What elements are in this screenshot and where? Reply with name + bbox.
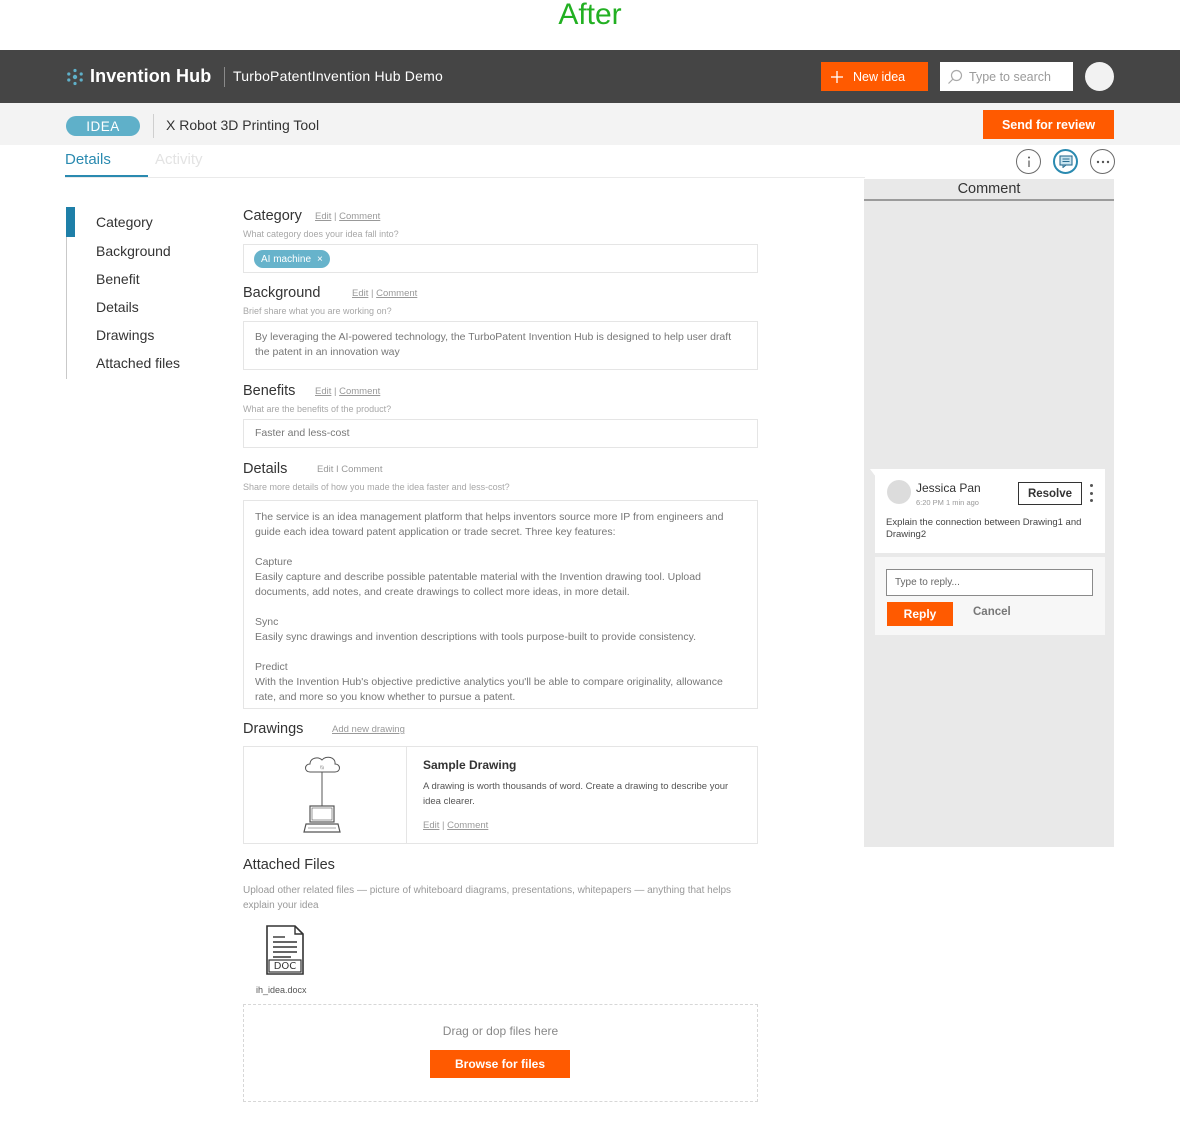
add-new-drawing-link[interactable]: Add new drawing: [332, 724, 405, 735]
drawing-card-actions: Edit | Comment: [423, 820, 488, 831]
tab-active-indicator: [65, 175, 148, 177]
send-for-review-button[interactable]: Send for review: [983, 110, 1114, 139]
benefits-edit-link[interactable]: Edit: [315, 386, 331, 397]
details-actions[interactable]: Edit I Comment: [317, 464, 382, 475]
topbar-divider: [224, 67, 225, 87]
background-field[interactable]: By leveraging the AI-powered technology,…: [243, 321, 758, 370]
benefits-hint: What are the benefits of the product?: [243, 404, 392, 414]
benefits-actions: Edit | Comment: [315, 386, 380, 397]
benefits-field[interactable]: Faster and less-cost: [243, 419, 758, 448]
background-title: Background: [243, 285, 321, 301]
comment-more-icon[interactable]: [1087, 484, 1095, 502]
nav-item-background[interactable]: Background: [96, 243, 171, 259]
category-chip: AI machine ×: [254, 250, 330, 268]
details-hint: Share more details of how you made the i…: [243, 482, 510, 492]
more-options-button[interactable]: [1090, 149, 1115, 174]
section-nav-active-marker: [66, 207, 75, 237]
info-button[interactable]: [1016, 149, 1041, 174]
idea-type-badge: IDEA: [66, 116, 140, 136]
idea-title: X Robot 3D Printing Tool: [166, 117, 320, 133]
tab-baseline: [65, 177, 865, 178]
workspace-name: TurboPatentInvention Hub Demo: [233, 68, 443, 84]
reply-input[interactable]: [886, 569, 1093, 596]
doc-file-badge: DOC: [273, 961, 297, 972]
file-name[interactable]: ih_idea.docx: [256, 985, 307, 995]
details-title: Details: [243, 461, 288, 477]
nav-item-benefit[interactable]: Benefit: [96, 271, 140, 287]
feature-predict-name: Predict: [255, 661, 288, 673]
link-separator: |: [371, 288, 374, 299]
comment-toggle-button[interactable]: [1053, 149, 1078, 174]
feature-sync-desc: Easily sync drawings and invention descr…: [255, 631, 697, 643]
nav-item-category[interactable]: Category: [96, 214, 153, 230]
category-hint: What category does your idea fall into?: [243, 229, 399, 239]
feature-capture-name: Capture: [255, 556, 293, 568]
benefits-comment-link[interactable]: Comment: [339, 386, 380, 397]
drawing-comment-link[interactable]: Comment: [447, 820, 488, 831]
category-edit-link[interactable]: Edit: [315, 211, 331, 222]
tab-details[interactable]: Details: [65, 151, 111, 168]
logo-icon: [67, 68, 83, 85]
svg-text:\\\: \\\: [320, 765, 325, 770]
nav-item-details[interactable]: Details: [96, 299, 139, 315]
page-heading: After: [558, 0, 622, 31]
link-separator: |: [334, 386, 337, 397]
drawing-thumbnail: \\\: [303, 756, 341, 833]
cancel-button[interactable]: Cancel: [973, 606, 1011, 618]
logo-text: Invention Hub: [90, 66, 212, 86]
browse-files-button[interactable]: Browse for files: [430, 1050, 570, 1078]
commenter-avatar: [887, 480, 911, 504]
drawing-card-title: Sample Drawing: [423, 758, 517, 772]
commenter-name: Jessica Pan: [916, 481, 981, 495]
dropzone-text: Drag or dop files here: [442, 1024, 559, 1038]
new-idea-button[interactable]: New idea: [821, 62, 928, 91]
benefits-title: Benefits: [243, 383, 296, 399]
drawing-card-divider: [406, 746, 407, 844]
category-comment-link[interactable]: Comment: [339, 211, 380, 222]
tab-activity[interactable]: Activity: [155, 151, 203, 168]
feature-capture-desc: Easily capture and describe possible pat…: [255, 571, 701, 598]
drawings-title: Drawings: [243, 721, 304, 737]
comment-icon: [1058, 155, 1073, 168]
background-comment-link[interactable]: Comment: [376, 288, 417, 299]
search-box[interactable]: [940, 62, 1073, 91]
more-icon: [1096, 160, 1109, 163]
chip-remove-icon[interactable]: ×: [317, 252, 323, 267]
feature-predict-desc: With the Invention Hub's objective predi…: [255, 676, 723, 703]
background-hint: Brief share what you are working on?: [243, 306, 392, 316]
background-actions: Edit | Comment: [352, 288, 417, 299]
category-title: Category: [243, 208, 302, 224]
resolve-button[interactable]: Resolve: [1018, 482, 1082, 505]
feature-sync-name: Sync: [255, 616, 279, 628]
reply-button[interactable]: Reply: [887, 602, 953, 626]
category-actions: Edit | Comment: [315, 211, 380, 222]
drawing-edit-link[interactable]: Edit: [423, 820, 439, 831]
comment-panel-title: Comment: [957, 181, 1021, 197]
attached-files-title: Attached Files: [243, 857, 335, 873]
user-avatar[interactable]: [1085, 62, 1114, 91]
nav-item-attached-files[interactable]: Attached files: [96, 355, 180, 371]
link-separator: |: [334, 211, 337, 222]
search-input[interactable]: [969, 69, 1064, 84]
drawing-card-desc: A drawing is worth thousands of word. Cr…: [423, 781, 729, 807]
search-icon: [948, 69, 963, 84]
comment-body: Explain the connection between Drawing1 …: [886, 517, 1082, 540]
details-intro: The service is an idea management platfo…: [255, 511, 724, 538]
details-field[interactable]: The service is an idea management platfo…: [243, 500, 758, 709]
link-separator: |: [442, 820, 445, 831]
category-chip-label: AI machine: [261, 253, 312, 265]
comment-panel-title-underline: [864, 199, 1114, 201]
header-divider: [153, 114, 154, 138]
app-logo[interactable]: Invention Hub: [66, 66, 211, 87]
nav-item-drawings[interactable]: Drawings: [96, 327, 154, 343]
comment-time: 6:20 PM 1 min ago: [916, 498, 979, 507]
new-idea-label: New idea: [853, 69, 906, 84]
plus-icon: [831, 70, 843, 83]
info-icon: [1027, 156, 1030, 167]
category-field[interactable]: AI machine ×: [243, 244, 758, 273]
background-edit-link[interactable]: Edit: [352, 288, 368, 299]
attached-files-hint: Upload other related files — picture of …: [243, 885, 732, 911]
